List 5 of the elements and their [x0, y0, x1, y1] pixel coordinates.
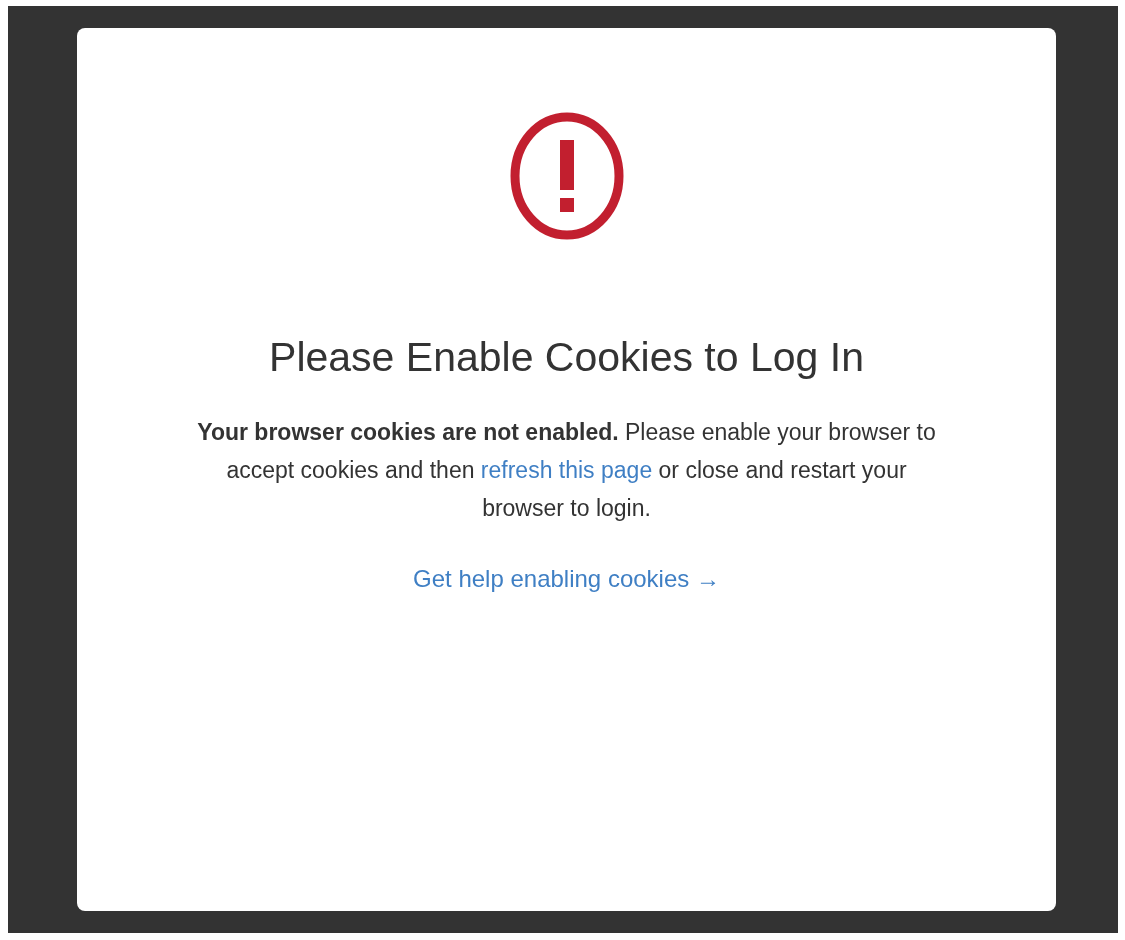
warning-icon: [509, 112, 624, 240]
cookie-message: Your browser cookies are not enabled. Please enable your browser to accept cookies and then refresh this page or close and restart your browser to login.: [196, 418, 937, 524]
page-title: Please Enable Cookies to Log In: [269, 333, 864, 382]
help-link[interactable]: Get help enabling cookies →: [413, 561, 720, 598]
refresh-page-link[interactable]: refresh this page: [480, 457, 653, 484]
